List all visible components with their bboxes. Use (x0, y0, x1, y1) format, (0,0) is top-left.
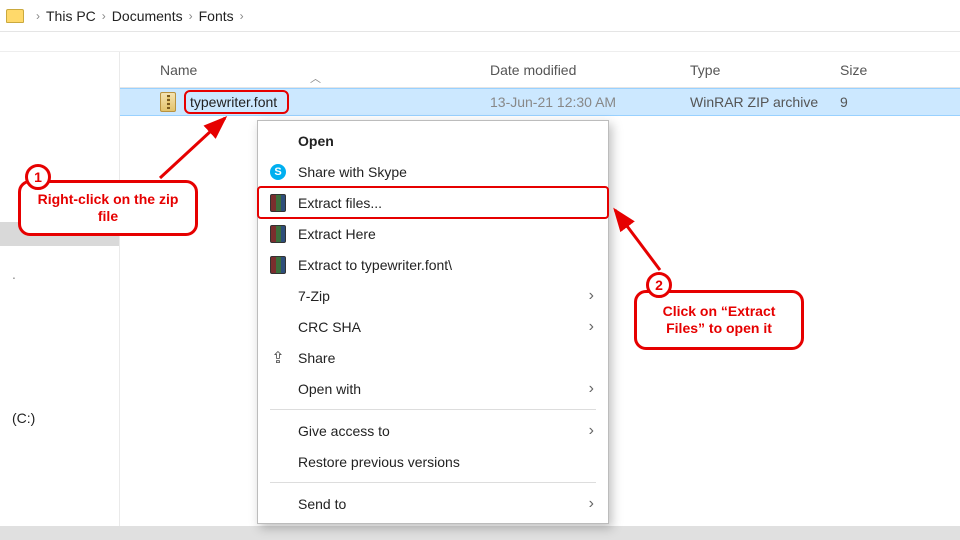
column-header-name[interactable]: Name ︿ (120, 62, 490, 78)
menu-item-crc-sha[interactable]: CRC SHA › (258, 311, 608, 342)
menu-item-extract-files[interactable]: Extract files... (258, 187, 608, 218)
menu-item-give-access[interactable]: Give access to › (258, 415, 608, 446)
chevron-right-icon[interactable]: › (234, 9, 250, 23)
folder-icon (6, 9, 24, 23)
menu-item-label: CRC SHA (298, 319, 579, 335)
menu-item-extract-here[interactable]: Extract Here (258, 218, 608, 249)
column-header-size[interactable]: Size (840, 62, 960, 78)
menu-item-extract-to[interactable]: Extract to typewriter.font\ (258, 249, 608, 280)
menu-item-open[interactable]: Open (258, 125, 608, 156)
callout-text: Click on “Extract Files” to open it (649, 303, 789, 338)
menu-item-label: 7-Zip (298, 288, 579, 304)
chevron-right-icon: › (589, 318, 594, 336)
menu-item-open-with[interactable]: Open with › (258, 373, 608, 404)
menu-item-label: Share (298, 350, 594, 366)
zip-archive-icon (160, 92, 176, 112)
callout-1: Right-click on the zip file (18, 180, 198, 236)
column-headers[interactable]: Name ︿ Date modified Type Size (120, 52, 960, 88)
chevron-right-icon: › (589, 422, 594, 440)
sidebar-item-drive-c[interactable]: (C:) (0, 402, 119, 426)
file-type-cell: WinRAR ZIP archive (690, 94, 840, 110)
callout-2: Click on “Extract Files” to open it (634, 290, 804, 350)
menu-item-share-skype[interactable]: S Share with Skype (258, 156, 608, 187)
winrar-icon (268, 193, 288, 213)
breadcrumb-fonts[interactable]: Fonts (199, 8, 234, 24)
chevron-right-icon[interactable]: › (183, 9, 199, 23)
blank-icon (268, 286, 288, 306)
menu-item-label: Give access to (298, 423, 579, 439)
toolbar-spacer (0, 32, 960, 52)
menu-separator (270, 409, 596, 410)
file-size-cell: 9 (840, 94, 960, 110)
chevron-right-icon[interactable]: › (96, 9, 112, 23)
menu-separator (270, 482, 596, 483)
menu-item-label: Open (298, 133, 594, 149)
menu-item-label: Restore previous versions (298, 454, 594, 470)
chevron-right-icon: › (589, 495, 594, 513)
file-name-highlight: typewriter.font (184, 90, 289, 114)
menu-item-restore[interactable]: Restore previous versions (258, 446, 608, 477)
callout-text: Right-click on the zip file (33, 191, 183, 226)
menu-item-label: Share with Skype (298, 164, 594, 180)
chevron-right-icon: › (589, 380, 594, 398)
sort-indicator-icon: ︿ (310, 70, 321, 86)
menu-item-label: Send to (298, 496, 579, 512)
breadcrumb-this-pc[interactable]: This PC (46, 8, 96, 24)
menu-item-label: Extract Here (298, 226, 594, 242)
blank-icon (268, 131, 288, 151)
menu-item-share[interactable]: ⇪ Share (258, 342, 608, 373)
skype-icon: S (268, 162, 288, 182)
blank-icon (268, 421, 288, 441)
column-label: Name (160, 62, 197, 78)
menu-item-send-to[interactable]: Send to › (258, 488, 608, 519)
winrar-icon (268, 224, 288, 244)
file-row[interactable]: typewriter.font 13-Jun-21 12:30 AM WinRA… (120, 88, 960, 116)
sidebar: . (C:) (0, 52, 120, 540)
breadcrumb[interactable]: › This PC › Documents › Fonts › (0, 0, 960, 32)
context-menu: Open S Share with Skype Extract files...… (257, 120, 609, 524)
menu-item-7zip[interactable]: 7-Zip › (258, 280, 608, 311)
statusbar (0, 526, 960, 540)
file-date-cell: 13-Jun-21 12:30 AM (490, 94, 690, 110)
winrar-icon (268, 255, 288, 275)
blank-icon (268, 494, 288, 514)
file-name-cell[interactable]: typewriter.font (120, 90, 490, 114)
share-icon: ⇪ (268, 348, 288, 368)
column-header-date[interactable]: Date modified (490, 62, 690, 78)
blank-icon (268, 452, 288, 472)
chevron-right-icon: › (589, 287, 594, 305)
breadcrumb-documents[interactable]: Documents (112, 8, 183, 24)
blank-icon (268, 379, 288, 399)
chevron-right-icon[interactable]: › (30, 9, 46, 23)
menu-item-label: Extract to typewriter.font\ (298, 257, 594, 273)
file-name-text: typewriter.font (190, 94, 277, 110)
menu-item-label: Extract files... (298, 195, 594, 211)
callout-badge-1: 1 (25, 164, 51, 190)
sidebar-item[interactable]: . (0, 266, 119, 282)
callout-badge-2: 2 (646, 272, 672, 298)
menu-item-label: Open with (298, 381, 579, 397)
column-header-type[interactable]: Type (690, 62, 840, 78)
blank-icon (268, 317, 288, 337)
